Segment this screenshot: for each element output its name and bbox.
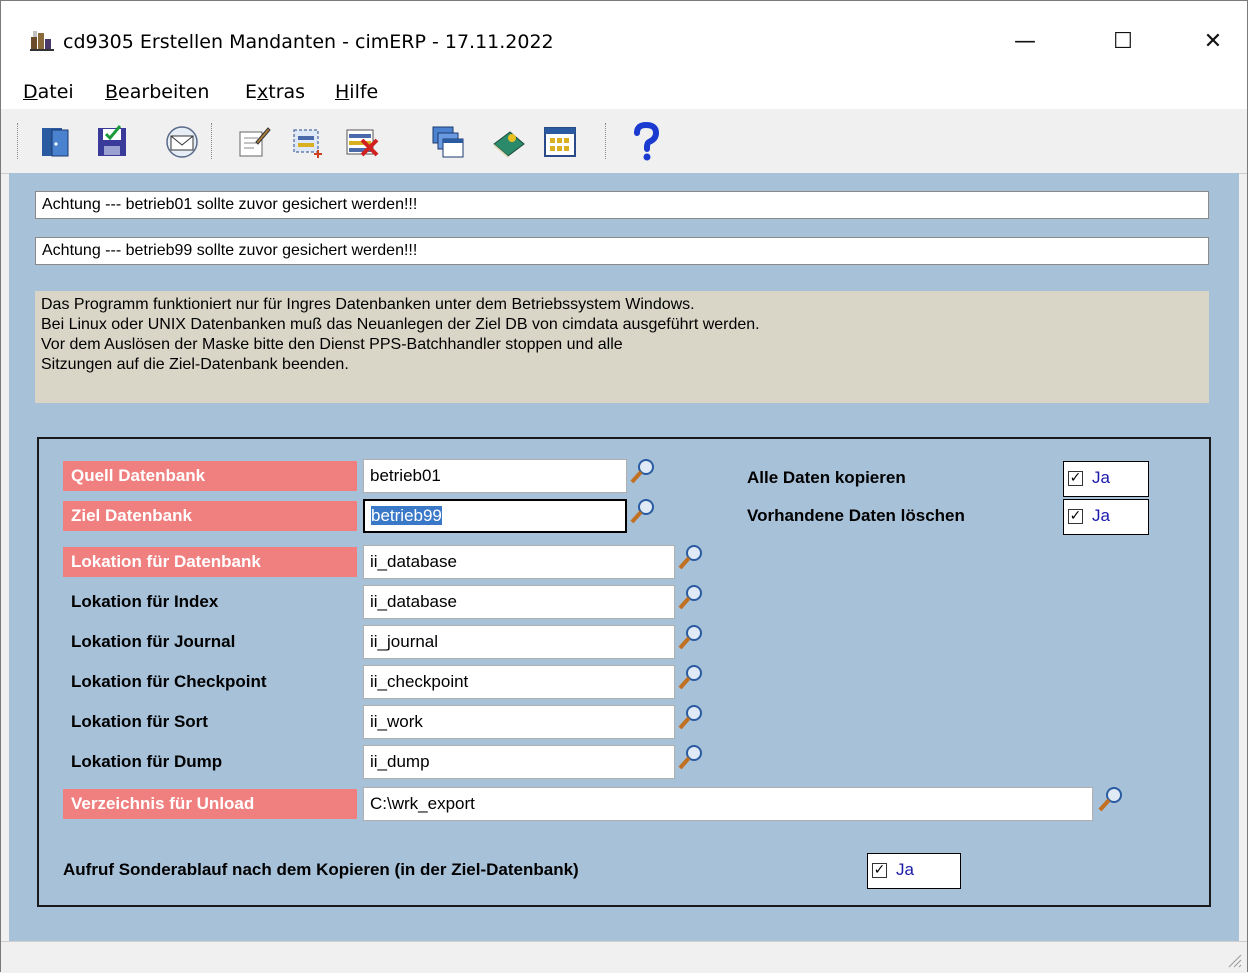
minimize-button[interactable]: — xyxy=(1001,19,1049,63)
location-dump-input[interactable]: ii_dump xyxy=(363,745,675,779)
menu-datei[interactable]: Datei xyxy=(23,81,74,103)
delete-record-button[interactable] xyxy=(341,121,383,163)
unload-dir-label: Verzeichnis für Unload xyxy=(63,789,357,819)
windows-button[interactable] xyxy=(427,121,469,163)
book-icon xyxy=(493,131,525,158)
warning-target-db: Achtung --- betrieb99 sollte zuvor gesic… xyxy=(35,237,1209,265)
info-line: Das Programm funktioniert nur für Ingres… xyxy=(41,296,695,313)
maximize-button[interactable]: ☐ xyxy=(1099,19,1147,63)
new-record-button[interactable] xyxy=(287,121,329,163)
delete-record-icon xyxy=(346,129,379,157)
calendar-button[interactable] xyxy=(539,121,581,163)
info-line: Sitzungen auf die Ziel-Datenbank beenden… xyxy=(41,356,349,373)
delete-existing-value: Ja xyxy=(1092,506,1110,525)
checkmark-icon: ✓ xyxy=(1068,508,1083,524)
exit-button[interactable] xyxy=(35,121,77,163)
checkmark-icon: ✓ xyxy=(1068,470,1083,486)
app-window: cd9305 Erstellen Mandanten - cimERP - 17… xyxy=(0,0,1248,973)
book-button[interactable] xyxy=(487,121,529,163)
menu-extras[interactable]: Extras xyxy=(245,81,305,103)
copy-all-value: Ja xyxy=(1092,468,1110,487)
form-area: Achtung --- betrieb01 sollte zuvor gesic… xyxy=(9,173,1239,941)
location-index-label: Lokation für Index xyxy=(71,592,219,611)
menu-bar: Datei Bearbeiten Extras Hilfe xyxy=(1,73,1247,109)
close-button[interactable]: ✕ xyxy=(1189,19,1237,63)
save-icon xyxy=(98,125,126,156)
toolbar-separator xyxy=(605,123,610,159)
toolbar-grip xyxy=(17,123,22,159)
search-icon[interactable] xyxy=(677,583,705,611)
menu-hilfe[interactable]: Hilfe xyxy=(335,81,378,103)
source-db-label: Quell Datenbank xyxy=(63,461,357,491)
app-icon xyxy=(30,31,54,51)
title-bar: cd9305 Erstellen Mandanten - cimERP - 17… xyxy=(1,1,1247,73)
location-db-input[interactable]: ii_database xyxy=(363,545,675,579)
search-icon[interactable] xyxy=(677,703,705,731)
calendar-icon xyxy=(544,127,576,157)
search-icon[interactable] xyxy=(629,497,657,525)
unload-dir-input[interactable]: C:\wrk_export xyxy=(363,787,1093,821)
info-note: Das Programm funktioniert nur für Ingres… xyxy=(35,291,1209,403)
special-run-value: Ja xyxy=(896,860,914,879)
location-sort-input[interactable]: ii_work xyxy=(363,705,675,739)
target-db-label: Ziel Datenbank xyxy=(63,501,357,531)
special-run-checkbox[interactable]: ✓ Ja xyxy=(867,853,961,889)
location-checkpoint-input[interactable]: ii_checkpoint xyxy=(363,665,675,699)
info-line: Vor dem Auslösen der Maske bitte den Die… xyxy=(41,336,623,353)
delete-existing-label: Vorhandene Daten löschen xyxy=(747,506,965,525)
warning-source-db: Achtung --- betrieb01 sollte zuvor gesic… xyxy=(35,191,1209,219)
target-db-input[interactable]: betrieb99 xyxy=(363,499,627,533)
search-icon[interactable] xyxy=(629,457,657,485)
save-button[interactable] xyxy=(91,121,133,163)
location-db-label: Lokation für Datenbank xyxy=(63,547,357,577)
edit-button[interactable] xyxy=(233,121,275,163)
copy-all-label: Alle Daten kopieren xyxy=(747,468,906,487)
menu-bearbeiten[interactable]: Bearbeiten xyxy=(105,81,209,103)
copy-all-checkbox[interactable]: ✓ Ja xyxy=(1063,461,1149,497)
location-journal-input[interactable]: ii_journal xyxy=(363,625,675,659)
search-icon[interactable] xyxy=(677,663,705,691)
help-icon xyxy=(634,122,660,161)
search-icon[interactable] xyxy=(1097,785,1125,813)
help-button[interactable] xyxy=(625,121,667,163)
location-index-input[interactable]: ii_database xyxy=(363,585,675,619)
search-icon[interactable] xyxy=(677,743,705,771)
exit-icon xyxy=(42,128,69,157)
search-icon[interactable] xyxy=(677,623,705,651)
resize-grip-icon[interactable] xyxy=(1225,951,1243,969)
location-journal-label: Lokation für Journal xyxy=(71,632,236,651)
toolbar xyxy=(1,109,1247,174)
windows-icon xyxy=(432,126,464,158)
target-db-selected-text: betrieb99 xyxy=(371,506,442,525)
location-dump-label: Lokation für Dump xyxy=(71,752,223,771)
edit-icon xyxy=(239,127,271,157)
delete-existing-checkbox[interactable]: ✓ Ja xyxy=(1063,499,1149,535)
location-sort-label: Lokation für Sort xyxy=(71,712,208,731)
info-line: Bei Linux oder UNIX Datenbanken muß das … xyxy=(41,316,760,333)
mail-icon xyxy=(166,126,198,158)
new-record-icon xyxy=(293,129,322,158)
database-settings-group: Quell Datenbank betrieb01 Ziel Datenbank… xyxy=(37,437,1211,907)
mail-button[interactable] xyxy=(161,121,203,163)
source-db-input[interactable]: betrieb01 xyxy=(363,459,627,493)
window-title: cd9305 Erstellen Mandanten - cimERP - 17… xyxy=(63,31,554,53)
search-icon[interactable] xyxy=(677,543,705,571)
toolbar-separator xyxy=(211,123,216,159)
special-run-label: Aufruf Sonderablauf nach dem Kopieren (i… xyxy=(63,860,579,879)
location-checkpoint-label: Lokation für Checkpoint xyxy=(71,672,267,691)
status-bar xyxy=(1,941,1247,973)
checkmark-icon: ✓ xyxy=(872,862,887,878)
